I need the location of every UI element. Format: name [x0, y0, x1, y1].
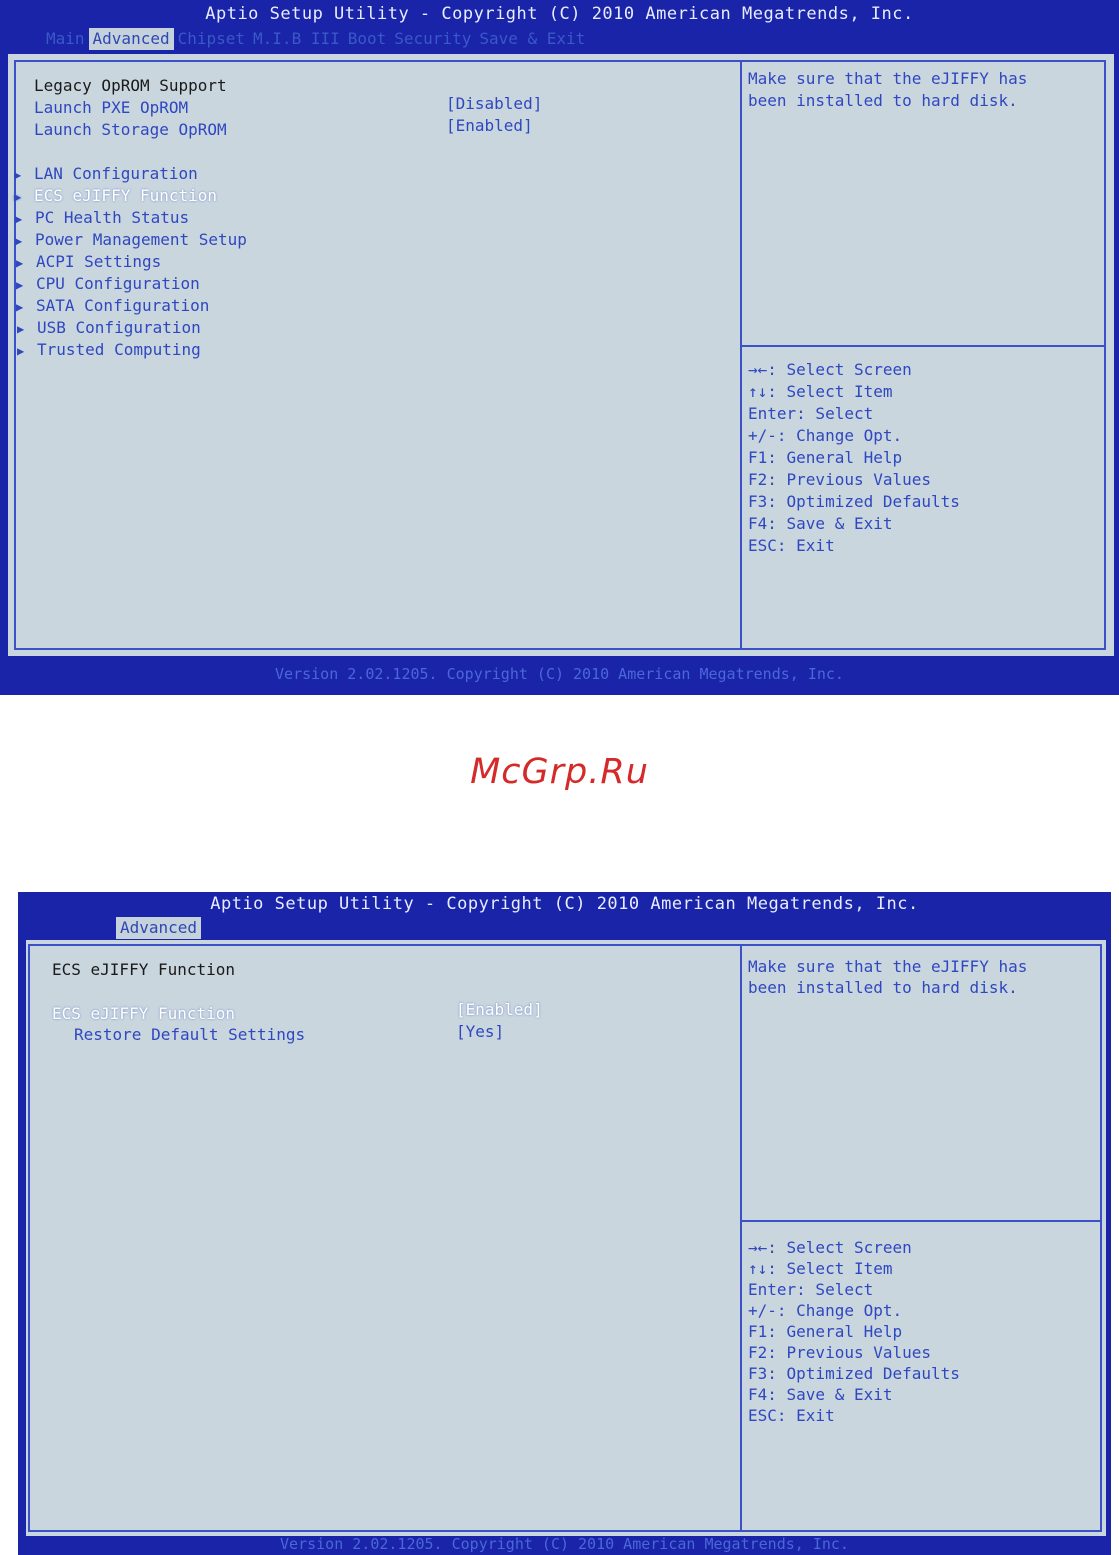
key-help-f1: F1: General Help	[748, 1322, 903, 1341]
key-help-enter: Enter: Select	[748, 1280, 874, 1299]
key-help-f2: F2: Previous Values	[748, 1343, 932, 1362]
submenu-ecs-ejiffy-function[interactable]: ▶ ECS eJIFFY Function	[14, 186, 217, 207]
submenu-arrow-icon: ▶	[17, 322, 25, 336]
key-help-f1: F1: General Help	[748, 448, 903, 467]
submenu-arrow-icon: ▶	[16, 278, 24, 292]
key-help-esc: ESC: Exit	[748, 536, 835, 555]
value-launch-storage-oprom[interactable]: [Enabled]	[446, 116, 533, 136]
submenu-sata-configuration[interactable]: ▶ SATA Configuration	[16, 296, 209, 317]
key-help-f3: F3: Optimized Defaults	[748, 1364, 960, 1383]
help-divider	[742, 1220, 1102, 1222]
option-restore-default-settings[interactable]: Restore Default Settings	[74, 1025, 305, 1045]
bios-tab-bar: Advanced	[116, 917, 202, 939]
submenu-pc-health-status[interactable]: ▶ PC Health Status	[15, 208, 189, 229]
panel-vertical-divider	[740, 944, 742, 1532]
bios-title: Aptio Setup Utility - Copyright (C) 2010…	[205, 4, 914, 24]
help-text-line-2: been installed to hard disk.	[748, 91, 1018, 110]
key-help-f4: F4: Save & Exit	[748, 514, 893, 533]
submenu-arrow-icon: ▶	[16, 256, 24, 270]
bios-screen-ejiffy: Aptio Setup Utility - Copyright (C) 2010…	[18, 892, 1111, 1555]
section-header-legacy-oprom: Legacy OpROM Support	[34, 76, 227, 95]
key-help-select-screen: →←: Select Screen	[748, 360, 912, 379]
value-ecs-ejiffy-function[interactable]: [Enabled]	[456, 1000, 543, 1020]
tab-main[interactable]: Main	[42, 28, 89, 50]
help-text-line-2: been installed to hard disk.	[748, 978, 1018, 997]
key-help-change-opt: +/-: Change Opt.	[748, 1301, 903, 1320]
tab-mib-iii[interactable]: M.I.B III	[249, 28, 344, 50]
submenu-arrow-icon: ▶	[14, 168, 22, 182]
option-launch-pxe-oprom[interactable]: Launch PXE OpROM	[34, 98, 188, 118]
submenu-usb-configuration[interactable]: ▶ USB Configuration	[17, 318, 201, 339]
tab-advanced[interactable]: Advanced	[88, 28, 174, 50]
submenu-power-management-setup[interactable]: ▶ Power Management Setup	[15, 230, 247, 251]
submenu-lan-configuration[interactable]: ▶ LAN Configuration	[14, 164, 198, 185]
tab-boot[interactable]: Boot	[344, 28, 391, 50]
key-help-list: →←: Select Screen ↑↓: Select Item Enter:…	[748, 1237, 960, 1426]
panel-vertical-divider	[740, 60, 742, 650]
tab-advanced[interactable]: Advanced	[116, 917, 202, 939]
option-launch-storage-oprom[interactable]: Launch Storage OpROM	[34, 120, 227, 140]
bios-screen-advanced: Aptio Setup Utility - Copyright (C) 2010…	[0, 0, 1119, 695]
section-header-ejiffy: ECS eJIFFY Function	[52, 960, 236, 979]
submenu-acpi-settings[interactable]: ▶ ACPI Settings	[16, 252, 161, 273]
key-help-select-screen: →←: Select Screen	[748, 1238, 912, 1257]
bios-title: Aptio Setup Utility - Copyright (C) 2010…	[210, 894, 919, 914]
key-help-change-opt: +/-: Change Opt.	[748, 426, 903, 445]
help-text-line-1: Make sure that the eJIFFY has	[748, 957, 1028, 976]
submenu-arrow-icon: ▶	[15, 212, 23, 226]
value-restore-default-settings[interactable]: [Yes]	[456, 1022, 504, 1042]
help-text-line-1: Make sure that the eJIFFY has	[748, 69, 1028, 88]
tab-chipset[interactable]: Chipset	[174, 28, 249, 50]
key-help-esc: ESC: Exit	[748, 1406, 835, 1425]
tab-save-exit[interactable]: Save & Exit	[475, 28, 589, 50]
value-launch-pxe-oprom[interactable]: [Disabled]	[446, 94, 542, 114]
submenu-arrow-icon: ▶	[14, 190, 22, 204]
bios-footer: Version 2.02.1205. Copyright (C) 2010 Am…	[280, 1535, 849, 1553]
key-help-enter: Enter: Select	[748, 404, 874, 423]
settings-panel: Legacy OpROM Support Launch PXE OpROM [D…	[8, 54, 1114, 656]
key-help-list: →←: Select Screen ↑↓: Select Item Enter:…	[748, 359, 960, 557]
key-help-select-item: ↑↓: Select Item	[748, 382, 893, 401]
tab-security[interactable]: Security	[390, 28, 475, 50]
submenu-trusted-computing[interactable]: ▶ Trusted Computing	[17, 340, 201, 361]
submenu-arrow-icon: ▶	[15, 234, 23, 248]
submenu-cpu-configuration[interactable]: ▶ CPU Configuration	[16, 274, 200, 295]
watermark: McGrp.Ru	[470, 752, 649, 792]
key-help-f3: F3: Optimized Defaults	[748, 492, 960, 511]
settings-panel: ECS eJIFFY Function ECS eJIFFY Function …	[26, 940, 1106, 1536]
option-ecs-ejiffy-function[interactable]: ECS eJIFFY Function	[52, 1004, 235, 1024]
submenu-arrow-icon: ▶	[16, 300, 24, 314]
bios-footer: Version 2.02.1205. Copyright (C) 2010 Am…	[275, 665, 844, 683]
key-help-select-item: ↑↓: Select Item	[748, 1259, 893, 1278]
submenu-arrow-icon: ▶	[17, 344, 25, 358]
key-help-f4: F4: Save & Exit	[748, 1385, 893, 1404]
bios-tab-bar: Main Advanced Chipset M.I.B III Boot Security…	[42, 28, 589, 50]
key-help-f2: F2: Previous Values	[748, 470, 932, 489]
help-divider	[742, 345, 1106, 347]
